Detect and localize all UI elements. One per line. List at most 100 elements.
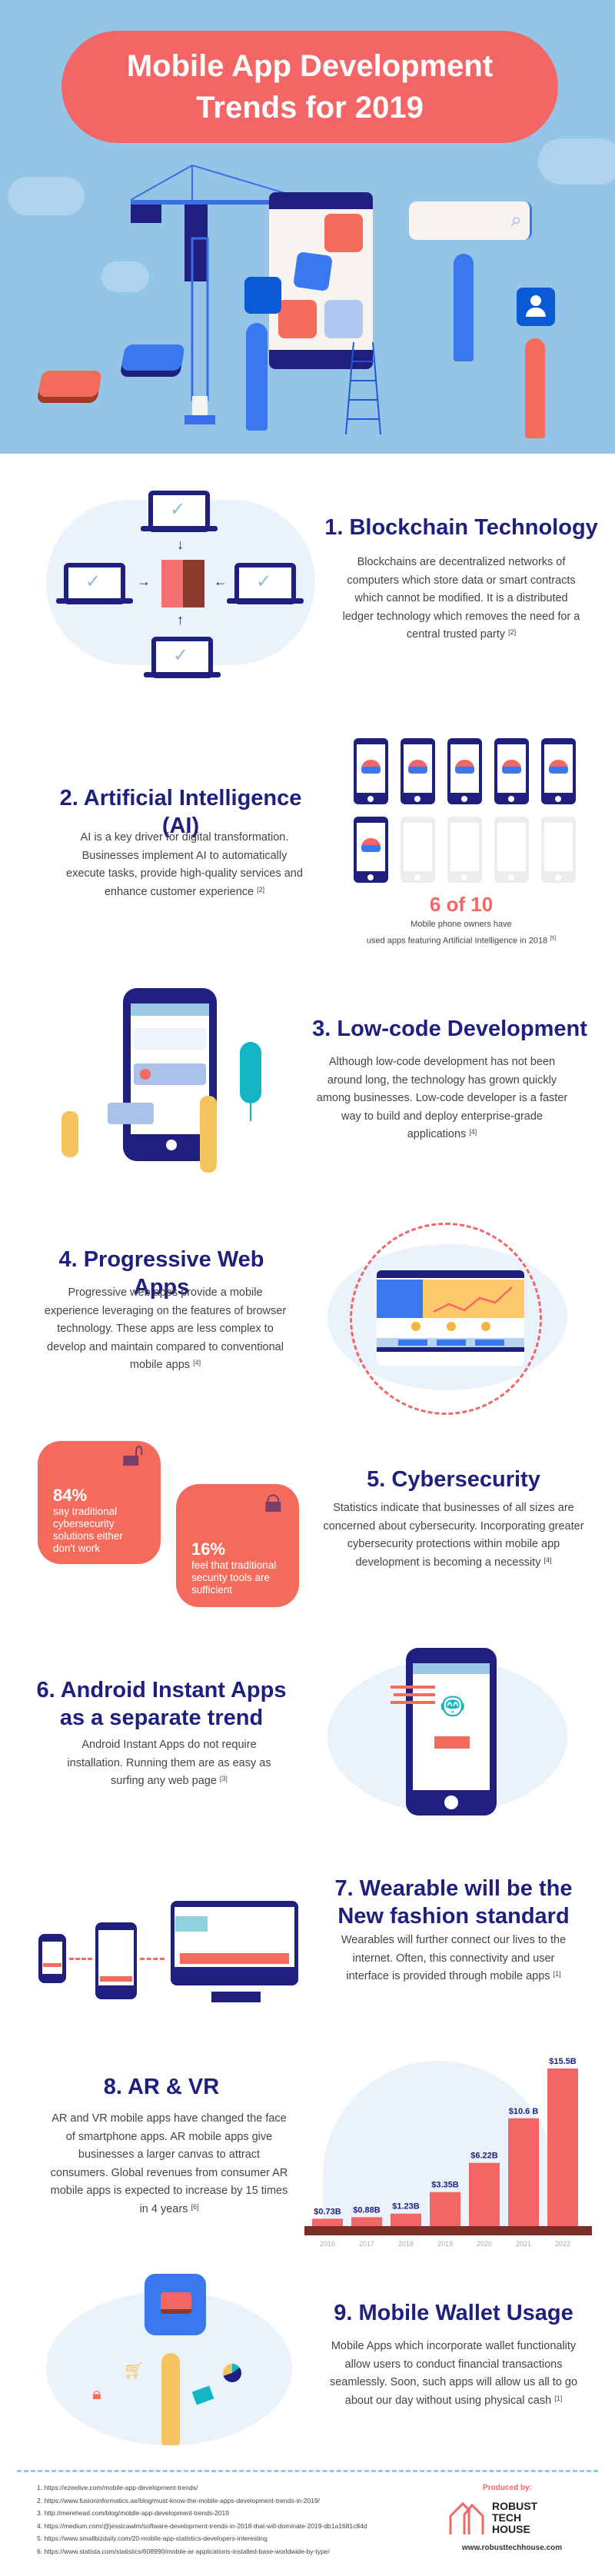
section-title-android-instant-apps: 6. Android Instant Apps as a separate tr… [36, 1678, 287, 1730]
locked-padlock-icon: 🔒︎ [264, 1482, 282, 1519]
reference-item[interactable]: 1. https://ezeelive.com/mobile-app-devel… [37, 2481, 406, 2494]
laptop-base [144, 672, 221, 677]
laptop-base [141, 526, 218, 531]
section-title-wearables: 7. Wearable will be the New fashion stan… [334, 1876, 573, 1929]
title-line-2: Trends for 2019 [196, 91, 424, 125]
person-illustration [454, 254, 474, 361]
bar-2020 [469, 2162, 500, 2226]
pwa-monitor-illustration [377, 1270, 524, 1366]
bar-value-label: $3.35B [431, 2181, 459, 2190]
website-link[interactable]: www.robusttechhouse.com [443, 2544, 581, 2552]
ai-stat: 6 of 10 Mobile phone owners have used ap… [346, 892, 577, 948]
reference-item[interactable]: 2. https://www.fusioninformatics.ae/blog… [37, 2494, 406, 2508]
arrow-left-icon: ← [214, 574, 228, 589]
wallet-app-icon [145, 2274, 206, 2335]
robot-icon [361, 838, 381, 852]
bar-2017 [351, 2217, 382, 2226]
cloud-icon [538, 138, 615, 185]
trend-up-icon [433, 1286, 513, 1313]
section-title-cybersecurity: 5. Cybersecurity [367, 1467, 540, 1492]
unlocked-padlock-icon: 🔓︎ [121, 1436, 144, 1473]
reference-item[interactable]: 5. https://www.smallbizdaily.com/20-mobi… [37, 2532, 406, 2545]
stat-value: 16% [191, 1539, 226, 1559]
section-title-ar-vr: 8. AR & VR [103, 2075, 220, 2099]
android-phone-illustration: 🤖︎ [406, 1648, 497, 1816]
bar-2022 [547, 2068, 578, 2226]
brand-name: ROBUST TECH HOUSE [492, 2500, 538, 2535]
stat-card-84: 🔓︎ 84% say traditional cybersecurity sol… [38, 1436, 161, 1564]
bar-value-label: $0.73B [314, 2207, 341, 2216]
person-illustration [246, 323, 268, 431]
speed-line [391, 1701, 435, 1704]
app-block-icon [244, 277, 281, 314]
ai-stat-line-1: Mobile phone owners have [411, 920, 512, 929]
phone-with-ai-icon [541, 738, 576, 804]
shopping-cart-icon: 🛒︎ [123, 2361, 145, 2380]
wallet-icon [161, 2292, 191, 2314]
x-tick-label: 2019 [437, 2240, 453, 2248]
bar-2018 [391, 2213, 421, 2226]
bar-value-label: $15.5B [549, 2057, 577, 2066]
app-block-icon [293, 251, 333, 291]
x-tick-label: 2018 [398, 2240, 414, 2248]
wearables-illustration [31, 1899, 308, 2007]
reference-item[interactable]: 3. http://merehead.com/blog/mobile-app-d… [37, 2507, 406, 2520]
ladder-icon [345, 341, 381, 435]
robot-icon [408, 760, 427, 774]
android-icon: 🤖︎ [442, 1686, 464, 1726]
hero-banner: Mobile App Development Trends for 2019 ⌕ [0, 0, 615, 454]
section-body-pwa: Progressive web apps provide a mobile ex… [44, 1286, 287, 1371]
title-line-1: Mobile App Development [126, 49, 494, 83]
cube-icon [161, 560, 204, 607]
section-title-blockchain: 1. Blockchain Technology [324, 515, 598, 540]
stat-label: say traditional cybersecurity solutions … [53, 1506, 123, 1554]
phone-with-ai-icon [354, 817, 388, 883]
section-title-lowcode: 3. Low-code Development [312, 1017, 587, 1041]
bar-value-label: $6.22B [470, 2152, 498, 2161]
phone-empty-icon [447, 817, 482, 883]
bar-2016 [312, 2218, 343, 2226]
reference-item[interactable]: 6. https://www.statista.com/statistics/6… [37, 2545, 406, 2558]
section-body-ar-vr: AR and VR mobile apps have changed the f… [50, 2112, 288, 2215]
phone-empty-icon [401, 817, 435, 883]
references-list: 1. https://ezeelive.com/mobile-app-devel… [37, 2481, 406, 2558]
block-icon [38, 371, 102, 397]
x-tick-label: 2022 [555, 2240, 570, 2248]
producer-credit: Produced by: ROBUST TECH HOUSE www.robus… [446, 2484, 600, 2552]
section-body-android-instant-apps: Android Instant Apps do not require inst… [67, 1739, 271, 1787]
bar-value-label: $1.23B [392, 2202, 420, 2212]
bar-2021 [508, 2118, 539, 2226]
bar-2019 [430, 2192, 460, 2226]
laptop-base [56, 598, 133, 604]
robot-icon [502, 760, 521, 774]
person-illustration [161, 2353, 180, 2445]
ai-phone-grid [346, 731, 577, 884]
robot-icon [361, 760, 381, 774]
stat-value: 84% [53, 1486, 88, 1505]
lowcode-illustration [31, 984, 284, 1184]
block-icon [121, 344, 185, 371]
x-tick-label: 2021 [516, 2240, 531, 2248]
smartwatch-icon [38, 1934, 66, 1983]
section-title-mobile-wallet: 9. Mobile Wallet Usage [334, 2301, 573, 2325]
tree-icon [240, 1042, 261, 1103]
ar-revenue-bar-chart: $0.73B 2016 $0.88B 2017 $1.23B 2018 $3.35B 2019… [304, 2057, 592, 2248]
blockchain-diagram: ✓ ✓ ✓ ✓ ↓ ↑ → ← [0, 461, 323, 692]
speed-line [394, 1693, 435, 1696]
ai-stat-headline: 6 of 10 [429, 893, 494, 916]
section-body-cybersecurity: Statistics indicate that businesses of a… [323, 1502, 584, 1569]
stat-label: feel that traditional security tools are… [191, 1559, 277, 1596]
desktop-monitor-icon [171, 1901, 298, 1985]
phone-icon [95, 1922, 137, 1999]
robust-tech-house-logo-icon [449, 2501, 484, 2534]
section-body-mobile-wallet: Mobile Apps which incorporate wallet fun… [329, 2340, 578, 2407]
arrow-up-icon: ↑ [177, 612, 184, 627]
speed-line [391, 1686, 435, 1689]
search-icon: ⌕ [510, 208, 522, 231]
bar-value-label: $0.88B [353, 2205, 381, 2215]
reference-item[interactable]: 4. https://medium.com/@jessicawlm/softwa… [37, 2520, 406, 2533]
cloud-icon [8, 177, 85, 215]
section-body-wearables: Wearables will further connect our lives… [341, 1934, 567, 1982]
arrow-down-icon: ↓ [177, 537, 184, 552]
phone-with-ai-icon [494, 738, 529, 804]
